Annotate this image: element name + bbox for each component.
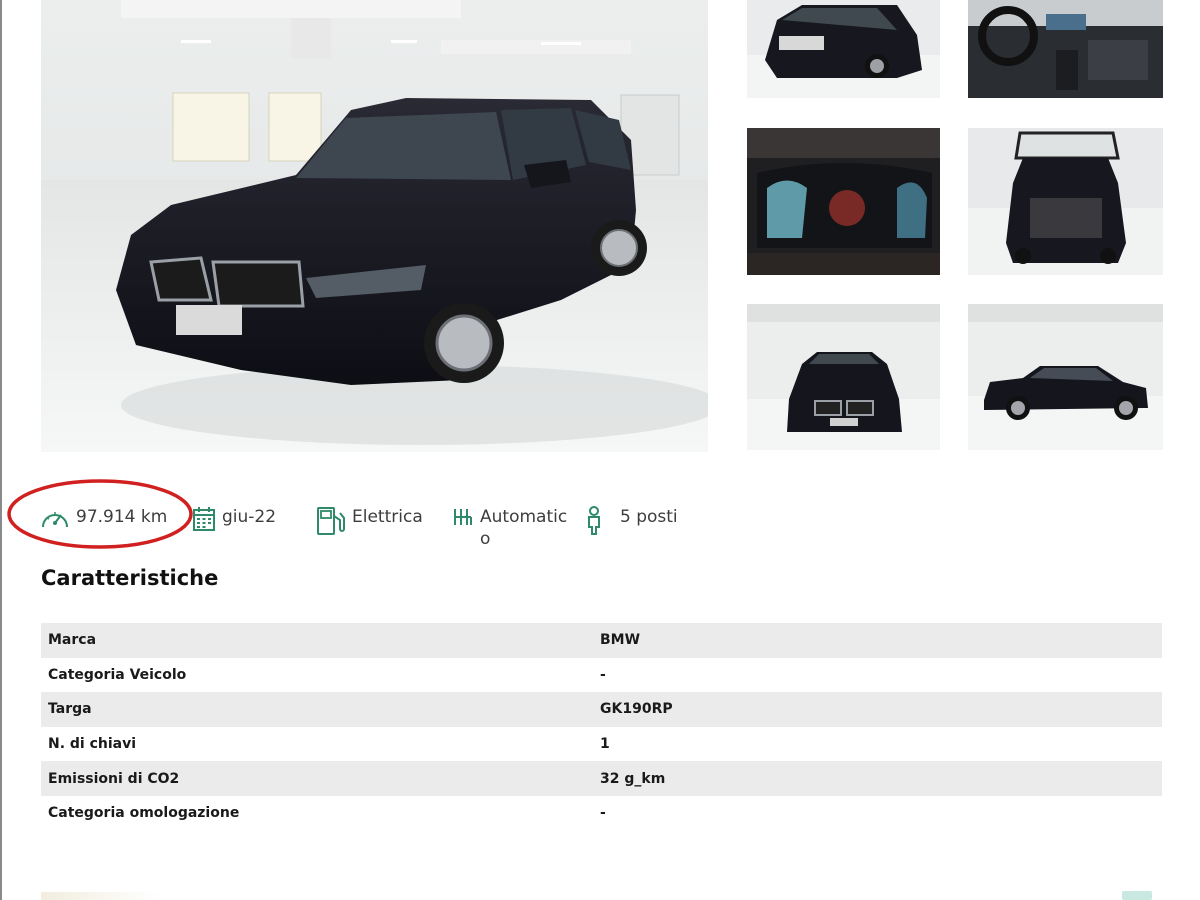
thumbnail-front[interactable] bbox=[747, 304, 940, 450]
thumbnail-front-image bbox=[747, 304, 940, 450]
row-value: 1 bbox=[600, 736, 610, 753]
main-car-image bbox=[41, 0, 708, 452]
row-value: - bbox=[600, 666, 606, 683]
row-value: - bbox=[600, 805, 606, 822]
calendar-icon bbox=[193, 507, 215, 531]
row-label: Emissioni di CO2 bbox=[48, 770, 180, 787]
speedometer-icon bbox=[42, 512, 68, 528]
fuel-value: Elettrica bbox=[352, 507, 423, 527]
row-label: Targa bbox=[48, 701, 92, 718]
section-title-features: Caratteristiche bbox=[41, 566, 219, 590]
table-row: N. di chiavi 1 bbox=[41, 727, 1162, 762]
fuel-pump-icon bbox=[317, 507, 345, 535]
main-car-photo[interactable] bbox=[41, 0, 708, 452]
thumbnail-instrument-cluster[interactable] bbox=[747, 128, 940, 275]
table-row: Targa GK190RP bbox=[41, 692, 1162, 727]
transmission-value: Automatico bbox=[480, 507, 568, 549]
spec-registration-date: giu-22 bbox=[192, 506, 276, 532]
thumbnail-interior-image bbox=[968, 0, 1163, 98]
thumbnail-side[interactable] bbox=[968, 304, 1163, 450]
thumbnail-side-image bbox=[968, 304, 1163, 450]
table-row: Categoria omologazione - bbox=[41, 796, 1162, 831]
spec-seats: 5 posti bbox=[582, 506, 678, 536]
seat-icon bbox=[588, 506, 600, 535]
gearbox-icon bbox=[454, 509, 472, 525]
spec-fuel: Elettrica bbox=[316, 506, 423, 536]
expand-button-partial[interactable] bbox=[1122, 891, 1152, 900]
features-table: Marca BMW Categoria Veicolo - Targa GK19… bbox=[41, 623, 1162, 831]
thumbnail-rear-image bbox=[747, 0, 940, 98]
spec-transmission: Automatico bbox=[452, 506, 576, 550]
registration-date-value: giu-22 bbox=[222, 507, 277, 527]
next-section-heading-partial bbox=[41, 892, 161, 900]
thumbnail-interior[interactable] bbox=[968, 0, 1163, 98]
row-label: Categoria Veicolo bbox=[48, 666, 187, 683]
row-value: BMW bbox=[600, 632, 641, 649]
row-label: N. di chiavi bbox=[48, 736, 137, 753]
mileage-value: 97.914 km bbox=[76, 507, 168, 527]
row-value: 32 g_km bbox=[600, 770, 666, 787]
spec-mileage: 97.914 km bbox=[40, 506, 167, 532]
thumbnail-cluster-image bbox=[747, 128, 940, 275]
thumbnail-rear[interactable] bbox=[747, 0, 940, 98]
table-row: Emissioni di CO2 32 g_km bbox=[41, 761, 1162, 796]
seats-value: 5 posti bbox=[620, 507, 678, 527]
thumbnail-trunk-image bbox=[968, 128, 1163, 275]
row-value: GK190RP bbox=[600, 701, 673, 718]
row-label: Marca bbox=[48, 632, 97, 649]
table-row: Marca BMW bbox=[41, 623, 1162, 658]
page-left-border bbox=[0, 0, 2, 900]
row-label: Categoria omologazione bbox=[48, 805, 240, 822]
table-row: Categoria Veicolo - bbox=[41, 658, 1162, 693]
thumbnail-trunk-open[interactable] bbox=[968, 128, 1163, 275]
